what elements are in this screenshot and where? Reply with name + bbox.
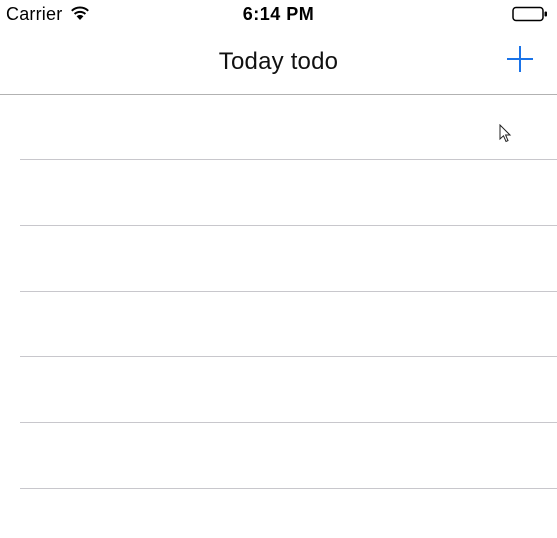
row-separator <box>20 356 557 357</box>
mouse-pointer-icon <box>499 123 513 144</box>
table-row[interactable] <box>0 161 557 226</box>
todo-table[interactable] <box>0 95 557 538</box>
row-separator <box>20 159 557 160</box>
row-separator <box>20 225 557 226</box>
table-row[interactable] <box>0 358 557 423</box>
row-separator <box>20 422 557 423</box>
table-row[interactable] <box>0 292 557 357</box>
plus-icon <box>507 46 533 72</box>
status-bar: Carrier 6:14 PM <box>0 0 557 28</box>
add-todo-button[interactable] <box>503 42 537 76</box>
table-row[interactable] <box>0 424 557 489</box>
battery-icon <box>512 6 548 22</box>
nav-title: Today todo <box>218 48 339 75</box>
status-time: 6:14 PM <box>242 4 315 24</box>
navigation-bar: Today todo <box>0 28 557 95</box>
table-row[interactable] <box>0 227 557 292</box>
table-row[interactable] <box>0 95 557 160</box>
row-separator <box>20 488 557 489</box>
